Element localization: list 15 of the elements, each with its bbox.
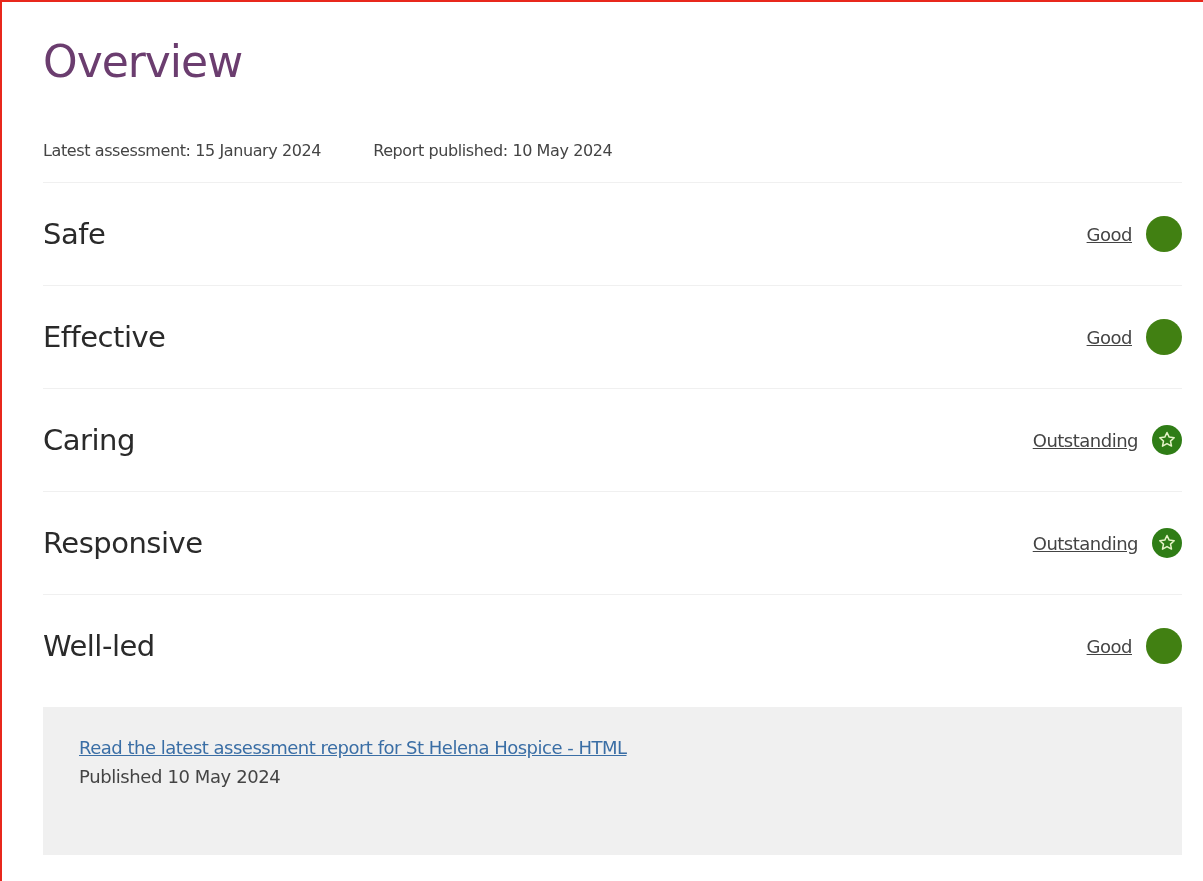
rating-link[interactable]: Good xyxy=(1086,326,1132,348)
rating-link[interactable]: Good xyxy=(1086,223,1132,245)
report-link[interactable]: Read the latest assessment report for St Helena Hospice - HTML xyxy=(79,737,627,758)
meta-text: Report published: 10 May 2024 xyxy=(373,140,613,160)
rating-link[interactable]: Good xyxy=(1086,635,1132,657)
area-name: Caring xyxy=(43,423,135,457)
page-title: Overview xyxy=(43,35,244,89)
meta-text: Latest assessment: 15 January 2024 xyxy=(43,140,322,160)
area-name: Well-led xyxy=(43,629,155,663)
rating-link[interactable]: Outstanding xyxy=(1032,532,1138,554)
area-name: Safe xyxy=(43,217,106,251)
published-date: Published 10 May 2024 xyxy=(79,766,281,787)
area-name: Effective xyxy=(43,320,166,354)
area-name: Responsive xyxy=(43,526,203,560)
rating-link[interactable]: Outstanding xyxy=(1032,429,1138,451)
